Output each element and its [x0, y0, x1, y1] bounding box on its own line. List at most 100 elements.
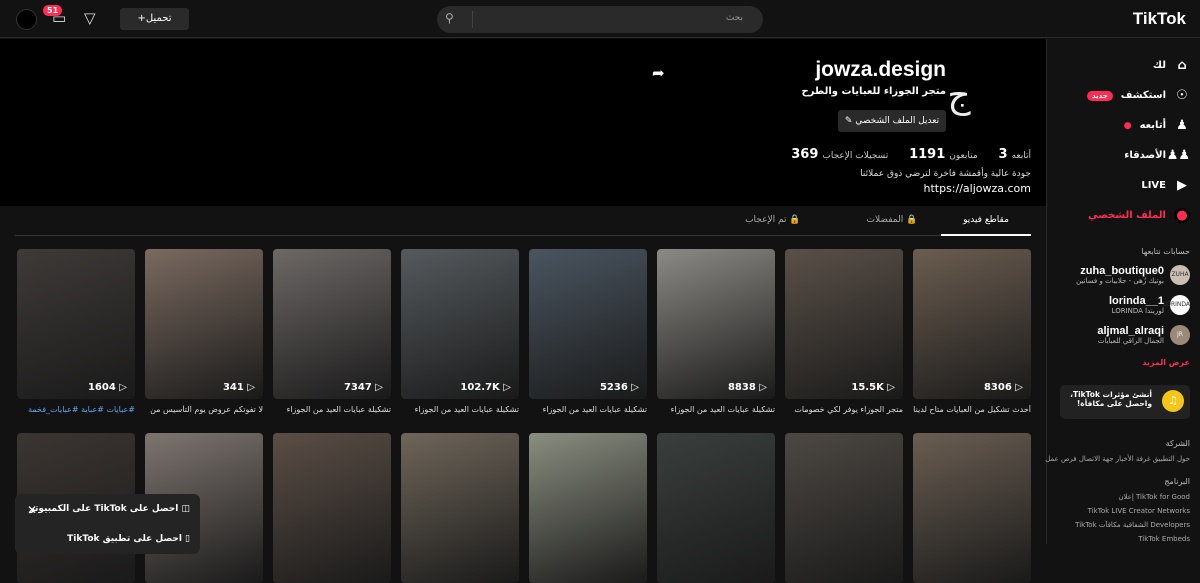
- video-thumbnail[interactable]: [529, 433, 647, 583]
- video-card[interactable]: [401, 433, 519, 583]
- sidebar-item-for-you[interactable]: ⌂ لك: [1153, 58, 1190, 73]
- program-link[interactable]: TikTok for Good إعلان: [1118, 493, 1190, 501]
- video-thumbnail[interactable]: 5236 ▷: [529, 249, 647, 399]
- live-icon: ▶: [1177, 178, 1187, 193]
- profile-stats: أتابعه3 متابعون1191 تسجيلات الإعجاب369: [787, 147, 1031, 162]
- video-thumbnail[interactable]: [913, 433, 1031, 583]
- video-thumbnail[interactable]: [401, 433, 519, 583]
- sidebar-item-profile[interactable]: ● الملف الشخصي: [1088, 208, 1190, 223]
- video-card[interactable]: [785, 433, 903, 583]
- video-caption[interactable]: لا تفوتكم عروض يوم التأسيس من: [145, 405, 263, 417]
- profile-icon: ●: [1174, 208, 1190, 223]
- send-icon[interactable]: ▽: [84, 9, 96, 27]
- close-icon[interactable]: ✕: [27, 503, 37, 517]
- sidebar-item-friends[interactable]: ♟♟ الأصدقاء: [1124, 148, 1190, 163]
- search-input[interactable]: بحث ⚲: [437, 6, 763, 33]
- video-card[interactable]: 15.5K ▷ متجر الجوزاء يوفر لكي خصومات: [785, 249, 903, 417]
- account-name: zuha_boutique0: [1080, 265, 1164, 277]
- tab-liked[interactable]: 🔒 تم الإعجاب: [729, 206, 817, 236]
- video-caption[interactable]: أحدث تشكيل من العبايات متاح لدينا: [913, 405, 1031, 417]
- get-mobile-app-link[interactable]: ▯ احصل على تطبيق TikTok: [67, 534, 190, 544]
- following-accounts-title: حسابات نتابعها: [1141, 247, 1190, 256]
- video-caption[interactable]: تشكيلة عبايات العيد من الجوزاء: [401, 405, 519, 417]
- video-card[interactable]: [529, 433, 647, 583]
- video-card[interactable]: [657, 433, 775, 583]
- new-badge: جديد: [1086, 90, 1113, 101]
- video-card[interactable]: [273, 433, 391, 583]
- video-card[interactable]: [913, 433, 1031, 583]
- video-caption[interactable]: تشكيلة عبايات العيد من الجوزاء: [529, 405, 647, 417]
- account-avatar: ZUHA: [1170, 265, 1190, 285]
- account-item[interactable]: ZUHA zuha_boutique0 بوتيك زُهى - جلابيات و…: [1076, 265, 1190, 285]
- view-count: 102.7K ▷: [460, 382, 511, 393]
- share-icon[interactable]: ➦: [652, 64, 665, 82]
- phone-icon: ▯: [181, 534, 190, 544]
- video-thumbnail[interactable]: [785, 433, 903, 583]
- video-card[interactable]: 1604 ▷ #عبايات #عباية #عبايات_فخمة: [17, 249, 135, 417]
- see-more-link[interactable]: عرض المزيد: [1142, 358, 1190, 367]
- account-avatar: LORINDA: [1163, 295, 1190, 315]
- effects-promo[interactable]: ♫ أنشئ مؤثرات TikTok، واحصل على مكافأة!: [1060, 385, 1190, 419]
- video-thumbnail[interactable]: 8838 ▷: [657, 249, 775, 399]
- video-thumbnail[interactable]: 1604 ▷: [17, 249, 135, 399]
- video-caption[interactable]: متجر الجوزاء يوفر لكي خصومات: [785, 405, 903, 417]
- video-thumbnail[interactable]: 15.5K ▷: [785, 249, 903, 399]
- video-thumbnail[interactable]: [273, 433, 391, 583]
- view-count: 1604 ▷: [87, 382, 127, 393]
- tiktok-logo[interactable]: TikTok: [1133, 9, 1186, 29]
- profile-nickname: متجر الجوزاء للعبايات والطرح: [801, 86, 946, 97]
- account-item[interactable]: JR aljmal_alraqi الجمال الراقي للعبايات: [1097, 325, 1190, 345]
- search-placeholder: بحث: [725, 13, 743, 23]
- edit-profile-button[interactable]: ✎ تعديل الملف الشخصي: [838, 110, 946, 132]
- sidebar-item-following[interactable]: ♟ أتابعه ●: [1124, 118, 1190, 133]
- video-thumbnail[interactable]: 341 ▷: [145, 249, 263, 399]
- sidebar-item-explore[interactable]: ☉ استكشف جديد: [1086, 88, 1190, 103]
- account-subtitle: الجمال الراقي للعبايات: [1097, 337, 1164, 345]
- video-card[interactable]: 102.7K ▷ تشكيلة عبايات العيد من الجوزاء: [401, 249, 519, 417]
- video-caption[interactable]: #عبايات #عباية #عبايات_فخمة: [17, 405, 135, 417]
- profile-username: jowza.design: [815, 58, 946, 81]
- upload-button[interactable]: +تحميل: [120, 8, 189, 30]
- video-caption[interactable]: تشكيلة عبايات العيد من الجوزاء: [273, 405, 391, 417]
- video-card[interactable]: 5236 ▷ تشكيلة عبايات العيد من الجوزاء: [529, 249, 647, 417]
- view-count: 5236 ▷: [599, 382, 639, 393]
- video-card[interactable]: 341 ▷ لا تفوتكم عروض يوم التأسيس من: [145, 249, 263, 417]
- likes-stat: تسجيلات الإعجاب369: [791, 147, 889, 162]
- get-desktop-app-link[interactable]: ◫ احصل على TikTok على الكمبيوتر: [29, 504, 190, 514]
- account-item[interactable]: LORINDA lorinda__1 لوريندا LORINDA: [1109, 295, 1190, 315]
- video-card[interactable]: 7347 ▷ تشكيلة عبايات العيد من الجوزاء: [273, 249, 391, 417]
- compass-icon: ☉: [1176, 88, 1188, 103]
- home-icon: ⌂: [1177, 58, 1187, 73]
- video-thumbnail[interactable]: 7347 ▷: [273, 249, 391, 399]
- sidebar-item-live[interactable]: ▶ LIVE: [1141, 178, 1190, 193]
- company-title: الشركة: [1165, 439, 1190, 448]
- view-count: 8838 ▷: [727, 382, 767, 393]
- followers-stat[interactable]: متابعون1191: [905, 147, 978, 162]
- video-card[interactable]: 8838 ▷ تشكيلة عبايات العيد من الجوزاء: [657, 249, 775, 417]
- play-icon: ▷: [887, 382, 895, 393]
- tab-videos[interactable]: مقاطع فيديو: [941, 206, 1031, 236]
- program-title: البرنامج: [1164, 477, 1190, 486]
- profile-link[interactable]: https://aljowza.com: [923, 182, 1031, 195]
- profile-bio: جودة عالية وأقمشة فاخرة لترضي ذوق عملائن…: [860, 169, 1031, 179]
- following-stat[interactable]: أتابعه3: [995, 147, 1031, 162]
- program-link[interactable]: Developers الشفافية مكافآت TikTok: [1075, 521, 1190, 529]
- account-name: lorinda__1: [1108, 295, 1164, 307]
- program-link[interactable]: TikTok Embeds: [1138, 535, 1190, 543]
- video-caption[interactable]: تشكيلة عبايات العيد من الجوزاء: [657, 405, 775, 417]
- video-thumbnail[interactable]: 8306 ▷: [913, 249, 1031, 399]
- tab-favorites[interactable]: 🔒 المفضلات: [848, 206, 936, 236]
- program-link[interactable]: TikTok LIVE Creator Networks: [1088, 507, 1190, 515]
- tiktok-coin-icon: ♫: [1162, 390, 1184, 412]
- play-icon: ▷: [503, 382, 511, 393]
- video-card[interactable]: 8306 ▷ أحدث تشكيل من العبايات متاح لدينا: [913, 249, 1031, 417]
- video-thumbnail[interactable]: [657, 433, 775, 583]
- company-links[interactable]: حول التطبيق غرفة الأخبار جهة الاتصال فرص…: [1045, 455, 1190, 463]
- view-count: 8306 ▷: [983, 382, 1023, 393]
- play-icon: ▷: [759, 382, 767, 393]
- search-icon[interactable]: ⚲: [445, 11, 473, 28]
- account-name: aljmal_alraqi: [1097, 325, 1164, 337]
- play-icon: ▷: [631, 382, 639, 393]
- user-avatar[interactable]: [16, 9, 37, 30]
- video-thumbnail[interactable]: 102.7K ▷: [401, 249, 519, 399]
